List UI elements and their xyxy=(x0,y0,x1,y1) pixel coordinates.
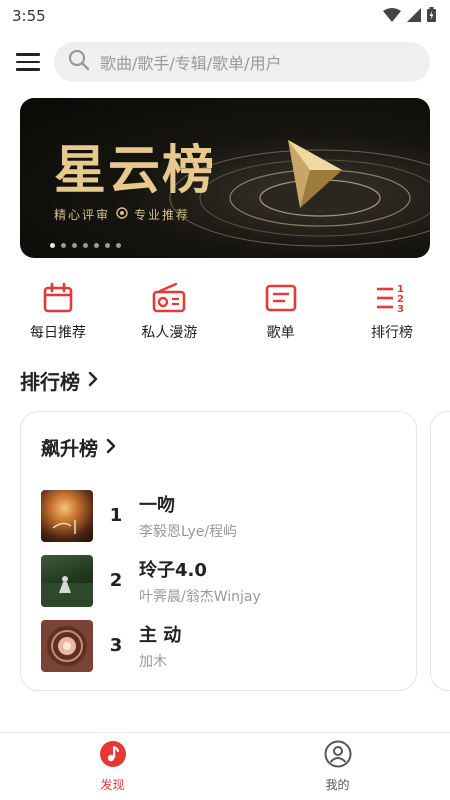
rank-number: 3 xyxy=(109,635,123,656)
bottom-tab-bar: 发现 我的 xyxy=(0,732,450,800)
radio-icon xyxy=(151,280,187,316)
song-row[interactable]: 1 一吻 李毅恩Lye/程屿 xyxy=(21,483,416,548)
ranking-card[interactable]: 飙升榜 1 一吻 李毅恩Lye/程屿 2 玲子4.0 叶霁晨/翁杰Winjay … xyxy=(20,411,417,691)
nav-label: 排行榜 xyxy=(370,325,413,341)
album-cover xyxy=(41,619,93,672)
status-bar: 3:55 xyxy=(0,0,450,32)
pagination-dot xyxy=(50,243,55,248)
album-cover xyxy=(41,554,93,607)
ranking-icon: 123 xyxy=(374,280,410,316)
search-icon xyxy=(68,49,90,75)
banner-pagination xyxy=(50,243,121,248)
banner-title: 星云榜 xyxy=(54,141,217,201)
card-header[interactable]: 飙升榜 xyxy=(21,412,416,461)
nav-label: 私人漫游 xyxy=(141,325,198,341)
card-title: 飙升榜 xyxy=(41,438,99,460)
quick-nav: 每日推荐 私人漫游 歌单 123 排行榜 xyxy=(0,280,450,342)
search-placeholder: 歌曲/歌手/专辑/歌单/用户 xyxy=(100,54,282,73)
song-info: 一吻 李毅恩Lye/程屿 xyxy=(139,491,237,541)
ranking-section-header[interactable]: 排行榜 xyxy=(0,366,450,395)
banner-subtitle: 精心评审 专业推荐 xyxy=(54,207,191,222)
song-title: 一吻 xyxy=(139,494,175,516)
nav-private-fm[interactable]: 私人漫游 xyxy=(119,280,219,342)
top-bar: 歌曲/歌手/专辑/歌单/用户 xyxy=(0,36,450,88)
song-info: 玲子4.0 叶霁晨/翁杰Winjay xyxy=(139,556,261,606)
song-info: 主 动 加木 xyxy=(139,621,181,671)
pagination-dot xyxy=(83,243,88,248)
pagination-dot xyxy=(72,243,77,248)
song-artist: 叶霁晨/翁杰Winjay xyxy=(139,588,261,605)
song-row[interactable]: 3 主 动 加木 xyxy=(21,613,416,678)
pagination-dot xyxy=(94,243,99,248)
search-input[interactable]: 歌曲/歌手/专辑/歌单/用户 xyxy=(54,42,430,82)
nav-label: 歌单 xyxy=(266,325,295,341)
rank-number: 1 xyxy=(109,505,123,526)
profile-icon xyxy=(324,740,352,772)
nav-daily-recommend[interactable]: 每日推荐 xyxy=(8,280,108,342)
tab-label: 发现 xyxy=(100,778,125,792)
wifi-icon xyxy=(383,7,401,26)
section-title: 排行榜 xyxy=(20,370,80,394)
song-artist: 加木 xyxy=(139,653,167,670)
calendar-icon xyxy=(40,280,76,316)
playlist-icon xyxy=(263,280,299,316)
pagination-dot xyxy=(105,243,110,248)
song-list: 1 一吻 李毅恩Lye/程屿 2 玲子4.0 叶霁晨/翁杰Winjay 3 主 … xyxy=(21,483,416,678)
chevron-right-icon xyxy=(106,438,116,458)
ranking-card-next[interactable] xyxy=(430,411,450,691)
menu-icon[interactable] xyxy=(16,50,40,74)
banner-carousel[interactable]: 星云榜 精心评审 专业推荐 xyxy=(20,98,430,258)
signal-icon xyxy=(407,7,421,26)
music-note-icon xyxy=(99,740,127,772)
song-row[interactable]: 2 玲子4.0 叶霁晨/翁杰Winjay xyxy=(21,548,416,613)
svg-text:3: 3 xyxy=(397,304,404,315)
song-title: 主 动 xyxy=(139,624,182,646)
chevron-right-icon xyxy=(88,371,98,391)
banner-logo-icon xyxy=(116,207,128,222)
nav-ranking[interactable]: 123 排行榜 xyxy=(342,280,442,342)
status-icons xyxy=(383,6,436,26)
song-artist: 李毅恩Lye/程屿 xyxy=(139,523,238,540)
pagination-dot xyxy=(61,243,66,248)
battery-icon xyxy=(427,6,436,26)
tab-discover[interactable]: 发现 xyxy=(0,733,225,800)
tab-mine[interactable]: 我的 xyxy=(225,733,450,800)
pagination-dot xyxy=(116,243,121,248)
album-cover xyxy=(41,489,93,542)
nav-playlist[interactable]: 歌单 xyxy=(231,280,331,342)
nav-label: 每日推荐 xyxy=(30,325,86,341)
tab-label: 我的 xyxy=(325,778,350,792)
status-time: 3:55 xyxy=(12,7,46,25)
rank-number: 2 xyxy=(109,570,123,591)
ranking-carousel[interactable]: 飙升榜 1 一吻 李毅恩Lye/程屿 2 玲子4.0 叶霁晨/翁杰Winjay … xyxy=(0,411,450,691)
song-title: 玲子4.0 xyxy=(139,559,207,581)
